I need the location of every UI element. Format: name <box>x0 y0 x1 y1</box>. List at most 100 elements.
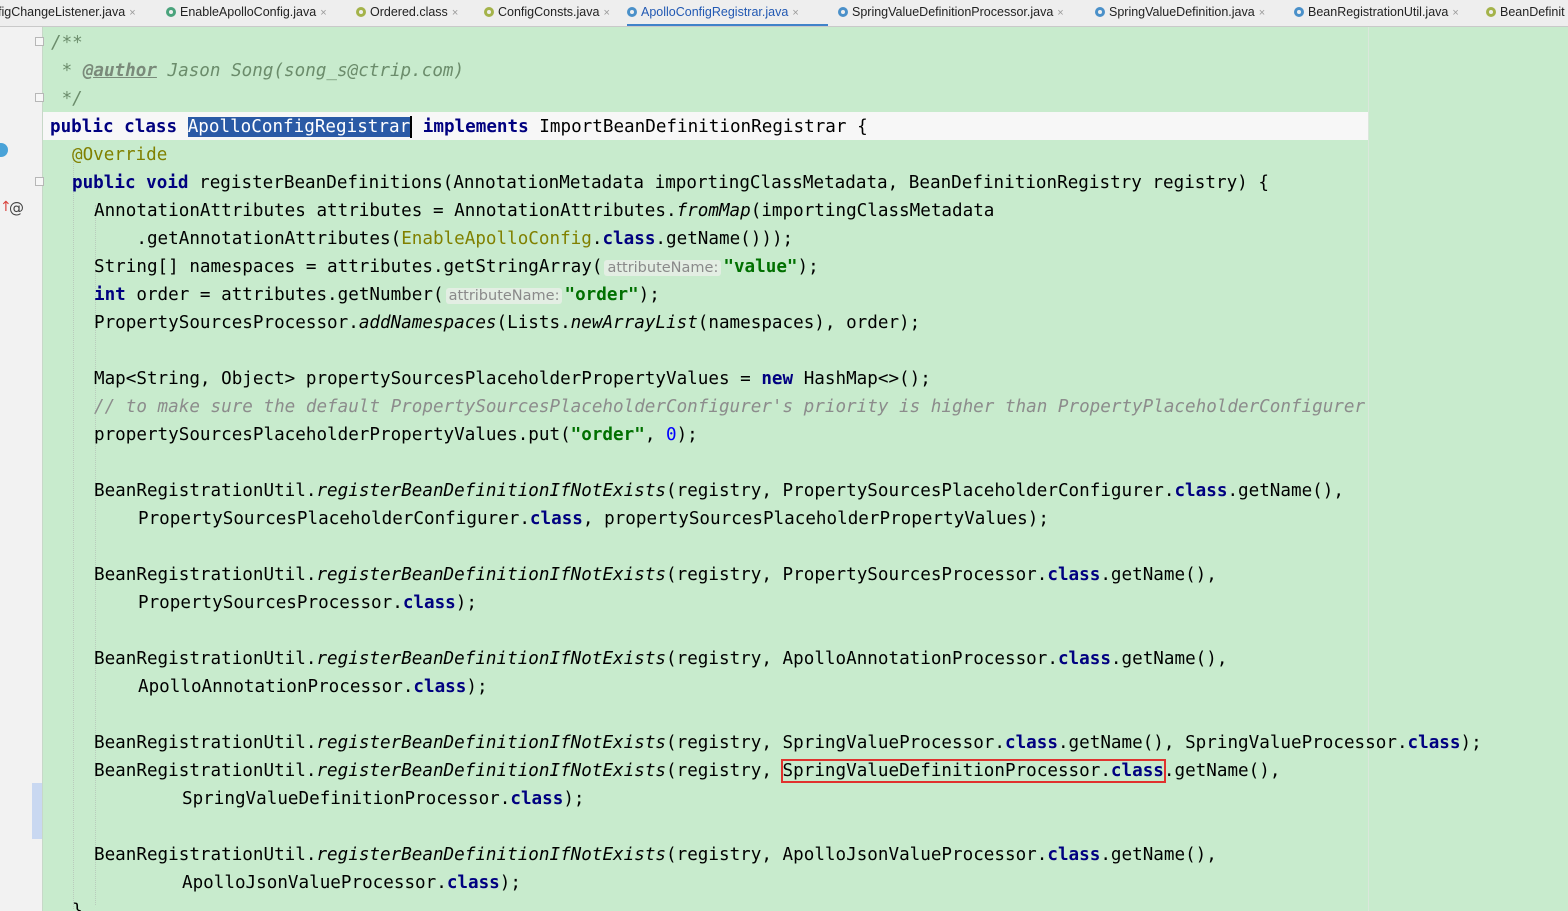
code-text: } <box>72 901 83 911</box>
code-text: BeanRegistrationUtil. <box>94 481 317 501</box>
tab-ordered[interactable]: Ordered.class × <box>356 0 458 26</box>
string-literal: "value" <box>723 257 798 277</box>
code-text: BeanRegistrationUtil. <box>94 845 317 865</box>
keyword: void <box>146 173 189 193</box>
tab-apollo-config-registrar[interactable]: ApolloConfigRegistrar.java × <box>627 0 828 26</box>
keyword: class <box>1110 761 1164 781</box>
tab-label: BeanDefinit <box>1500 5 1565 19</box>
code-line: public class ApolloConfigRegistrar imple… <box>50 113 868 141</box>
tab-label: EnableApolloConfig.java <box>180 5 317 19</box>
code-line: BeanRegistrationUtil.registerBeanDefinit… <box>94 845 1217 865</box>
class-icon <box>838 7 848 17</box>
code-editor[interactable]: /** * @author Jason Song(song_s@ctrip.co… <box>43 27 1568 911</box>
indent-guide <box>73 149 75 909</box>
close-icon[interactable]: × <box>603 7 609 19</box>
code-line: propertySourcesPlaceholderPropertyValues… <box>94 421 698 449</box>
override-annotation: @Override <box>72 145 168 165</box>
tab-label: SpringValueDefinitionProcessor.java <box>852 5 1054 19</box>
code-text: (registry, <box>666 565 783 585</box>
class-ref: PropertySourcesPlaceholderConfigurer <box>782 481 1164 501</box>
static-method: registerBeanDefinitionIfNotExists <box>316 565 667 585</box>
code-line: AnnotationAttributes attributes = Annota… <box>94 197 994 225</box>
static-method: newArrayList <box>570 313 698 333</box>
method-signature: registerBeanDefinitions(AnnotationMetada… <box>199 173 1269 193</box>
code-line: SpringValueDefinitionProcessor.class); <box>182 789 585 809</box>
tab-enable-apollo-config[interactable]: EnableApolloConfig.java × <box>166 0 327 26</box>
highlighted-class-reference[interactable]: SpringValueDefinitionProcessor.class <box>780 759 1166 783</box>
close-icon[interactable]: × <box>792 7 798 19</box>
keyword: class <box>446 873 500 893</box>
class-ref: SpringValueProcessor <box>782 733 995 753</box>
annotation-marker-icon[interactable]: @ <box>9 199 24 217</box>
class-ref: ApolloJsonValueProcessor <box>782 845 1037 865</box>
code-line: int order = attributes.getNumber(attribu… <box>94 281 660 309</box>
editor-gutter[interactable]: ↑ @ <box>0 27 44 911</box>
code-text: ); <box>563 789 585 809</box>
static-method: registerBeanDefinitionIfNotExists <box>316 761 667 781</box>
keyword: class <box>1174 481 1228 501</box>
code-line: BeanRegistrationUtil.registerBeanDefinit… <box>94 565 1217 585</box>
code-text: (registry, <box>666 845 783 865</box>
code-line: String[] namespaces = attributes.getStri… <box>94 253 819 281</box>
class-ref: ApolloJsonValueProcessor <box>182 873 437 893</box>
code-text: (registry, <box>666 649 783 669</box>
close-icon[interactable]: × <box>320 7 326 19</box>
selected-class-name[interactable]: ApolloConfigRegistrar <box>187 117 411 137</box>
tab-bean-definition[interactable]: BeanDefinit <box>1486 0 1565 26</box>
code-text: HashMap<>(); <box>793 369 931 389</box>
code-text: ); <box>638 285 660 305</box>
tab-config-consts[interactable]: ConfigConsts.java × <box>484 0 610 26</box>
class-icon <box>1294 7 1304 17</box>
code-line: @Override <box>72 141 167 169</box>
code-text: (registry, <box>666 733 783 753</box>
code-text: (importingClassMetadata <box>750 201 995 221</box>
class-ref: PropertySourcesProcessor <box>138 593 393 613</box>
tab-config-change-listener[interactable]: fig​ChangeListener.java × <box>0 0 136 26</box>
code-text: ); <box>797 257 819 277</box>
tab-label: ApolloConfigRegistrar.java <box>641 5 789 19</box>
code-line: * @author Jason Song(song_s@ctrip.com) <box>51 57 465 85</box>
tab-spring-value-definition-processor[interactable]: SpringValueDefinitionProcessor.java × <box>838 0 1064 26</box>
keyword: implements <box>422 117 529 137</box>
class-icon <box>627 7 637 17</box>
doc-comment: /** <box>51 33 83 53</box>
text-cursor <box>410 116 413 138</box>
doc-comment: */ <box>51 89 83 109</box>
close-icon[interactable]: × <box>1259 7 1265 19</box>
code-text: PropertySourcesProcessor. <box>94 313 359 333</box>
code-line: PropertySourcesProcessor.class); <box>138 593 477 613</box>
tab-label: BeanRegistrationUtil.java <box>1308 5 1449 19</box>
class-ref: SpringValueProcessor <box>1185 733 1397 753</box>
vcs-change-marker[interactable] <box>32 783 42 839</box>
close-icon[interactable]: × <box>1452 7 1458 19</box>
tab-bean-registration-util[interactable]: BeanRegistrationUtil.java × <box>1294 0 1459 26</box>
string-literal: "order" <box>570 425 645 445</box>
code-text: (registry, <box>666 761 783 781</box>
tab-spring-value-definition[interactable]: SpringValueDefinition.java × <box>1095 0 1265 26</box>
right-margin-guide <box>1368 27 1369 911</box>
class-marker-icon[interactable] <box>0 143 8 157</box>
code-text: order = attributes.getNumber( <box>125 285 444 305</box>
close-icon[interactable]: × <box>452 7 458 19</box>
class-ref: PropertySourcesPlaceholderConfigurer <box>138 509 520 529</box>
code-text: BeanRegistrationUtil. <box>94 565 317 585</box>
code-text: .getName(), <box>1227 481 1344 501</box>
close-icon[interactable]: × <box>1057 7 1063 19</box>
class-ref: ApolloAnnotationProcessor <box>782 649 1048 669</box>
tab-label: Ordered.class <box>370 5 448 19</box>
code-line: // to make sure the default PropertySour… <box>94 393 1365 421</box>
doc-comment: * <box>51 61 83 81</box>
string-literal: "order" <box>564 285 639 305</box>
code-line: } <box>72 897 83 911</box>
class-ref: ApolloAnnotationProcessor <box>138 677 403 697</box>
code-line: PropertySourcesProcessor.addNamespaces(L… <box>94 309 920 337</box>
keyword: class <box>510 789 564 809</box>
keyword: new <box>761 369 794 389</box>
static-method: registerBeanDefinitionIfNotExists <box>316 845 667 865</box>
annotation-class-ref: EnableApolloConfig <box>401 229 592 249</box>
close-icon[interactable]: × <box>129 7 135 19</box>
code-text: BeanRegistrationUtil. <box>94 649 317 669</box>
code-text: .getName(), <box>1100 565 1217 585</box>
keyword: class <box>1047 845 1101 865</box>
tab-label: SpringValueDefinition.java <box>1109 5 1255 19</box>
